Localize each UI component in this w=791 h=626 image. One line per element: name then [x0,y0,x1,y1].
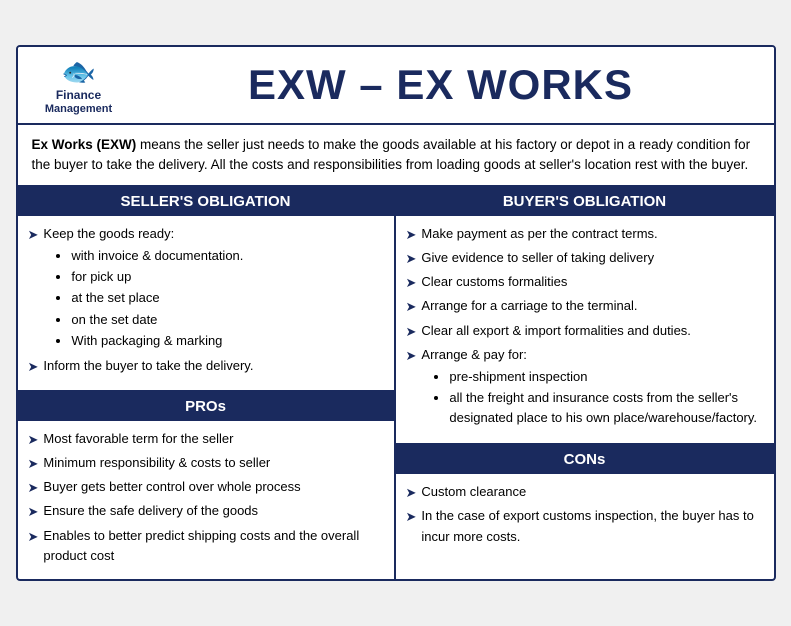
pros-item-2: ➤ Minimum responsibility & costs to sell… [28,453,384,474]
pros-item-3: ➤ Buyer gets better control over whole p… [28,477,384,498]
buyer-item-5: ➤ Clear all export & import formalities … [406,321,764,342]
pros-content: ➤ Most favorable term for the seller ➤ M… [18,421,394,579]
buyer-arrow-6: ➤ [406,346,417,366]
buyers-obligation-content: ➤ Make payment as per the contract terms… [396,216,774,445]
seller-item-2-text: Inform the buyer to take the delivery. [43,356,253,376]
pros-item-5: ➤ Enables to better predict shipping cos… [28,526,384,566]
two-col: SELLER'S OBLIGATION ➤ Keep the goods rea… [18,187,774,579]
bullet-item: with invoice & documentation. [71,246,243,266]
cons-header: CONs [396,445,774,474]
pros-text-3: Buyer gets better control over whole pro… [43,477,300,497]
pros-arrow-1: ➤ [28,430,39,450]
bullet-item: With packaging & marking [71,331,243,351]
arrow-icon-2: ➤ [28,357,39,377]
buyer-text-3: Clear customs formalities [421,272,567,292]
main-title: EXW – EX WORKS [124,61,758,109]
pros-arrow-5: ➤ [28,527,39,547]
logo-icon: 🐟 [61,55,96,88]
sellers-obligation-content: ➤ Keep the goods ready: with invoice & d… [18,216,394,392]
bullet-item: on the set date [71,310,243,330]
sellers-obligation-header: SELLER'S OBLIGATION [18,187,394,216]
pros-text-4: Ensure the safe delivery of the goods [43,501,258,521]
buyer-item-2: ➤ Give evidence to seller of taking deli… [406,248,764,269]
buyer-arrow-3: ➤ [406,273,417,293]
cons-content: ➤ Custom clearance ➤ In the case of expo… [396,474,774,579]
bullet-item: for pick up [71,267,243,287]
left-col: SELLER'S OBLIGATION ➤ Keep the goods rea… [18,187,396,579]
buyers-obligation-header: BUYER'S OBLIGATION [396,187,774,216]
buyer-arrow-2: ➤ [406,249,417,269]
seller-item-1-text: Keep the goods ready: with invoice & doc… [43,224,243,353]
bullet-item: at the set place [71,288,243,308]
main-card: 🐟 Finance Management EXW – EX WORKS Ex W… [16,45,776,581]
pros-arrow-2: ➤ [28,454,39,474]
seller-item-2: ➤ Inform the buyer to take the delivery. [28,356,384,377]
pros-header: PROs [18,392,394,421]
seller-item-1-label: Keep the goods ready: [43,226,174,241]
description-text: means the seller just needs to make the … [32,137,751,172]
cons-arrow-1: ➤ [406,483,417,503]
buyer-item-6: ➤ Arrange & pay for: pre-shipment inspec… [406,345,764,431]
buyer-text-1: Make payment as per the contract terms. [421,224,657,244]
buyer-arrow-1: ➤ [406,225,417,245]
pros-arrow-3: ➤ [28,478,39,498]
bullet-item: pre-shipment inspection [449,367,763,387]
description: Ex Works (EXW) means the seller just nee… [18,125,774,188]
pros-item-4: ➤ Ensure the safe delivery of the goods [28,501,384,522]
buyer-item-1: ➤ Make payment as per the contract terms… [406,224,764,245]
buyer-item-6-content: Arrange & pay for: pre-shipment inspecti… [421,345,763,431]
right-col: BUYER'S OBLIGATION ➤ Make payment as per… [396,187,774,579]
arrow-icon-1: ➤ [28,225,39,245]
pros-text-5: Enables to better predict shipping costs… [43,526,383,566]
buyer-item-6-label: Arrange & pay for: [421,347,527,362]
cons-arrow-2: ➤ [406,507,417,527]
buyer-text-5: Clear all export & import formalities an… [421,321,691,341]
cons-text-2: In the case of export customs inspection… [421,506,763,546]
logo-area: 🐟 Finance Management [34,55,124,114]
cons-item-1: ➤ Custom clearance [406,482,764,503]
bullet-item: all the freight and insurance costs from… [449,388,763,428]
buyer-item-6-bullets: pre-shipment inspection all the freight … [421,367,763,428]
cons-item-2: ➤ In the case of export customs inspecti… [406,506,764,546]
buyer-item-4: ➤ Arrange for a carriage to the terminal… [406,296,764,317]
seller-item-1-bullets: with invoice & documentation. for pick u… [43,246,243,351]
buyer-text-2: Give evidence to seller of taking delive… [421,248,654,268]
header: 🐟 Finance Management EXW – EX WORKS [18,47,774,124]
cons-text-1: Custom clearance [421,482,526,502]
logo-text-line2: Management [45,103,112,115]
buyer-arrow-4: ➤ [406,297,417,317]
pros-item-1: ➤ Most favorable term for the seller [28,429,384,450]
description-bold: Ex Works (EXW) [32,137,137,152]
pros-arrow-4: ➤ [28,502,39,522]
buyer-arrow-5: ➤ [406,322,417,342]
pros-text-2: Minimum responsibility & costs to seller [43,453,270,473]
pros-text-1: Most favorable term for the seller [43,429,233,449]
logo-text-line1: Finance [56,88,101,102]
buyer-item-3: ➤ Clear customs formalities [406,272,764,293]
buyer-text-4: Arrange for a carriage to the terminal. [421,296,637,316]
seller-item-1: ➤ Keep the goods ready: with invoice & d… [28,224,384,353]
